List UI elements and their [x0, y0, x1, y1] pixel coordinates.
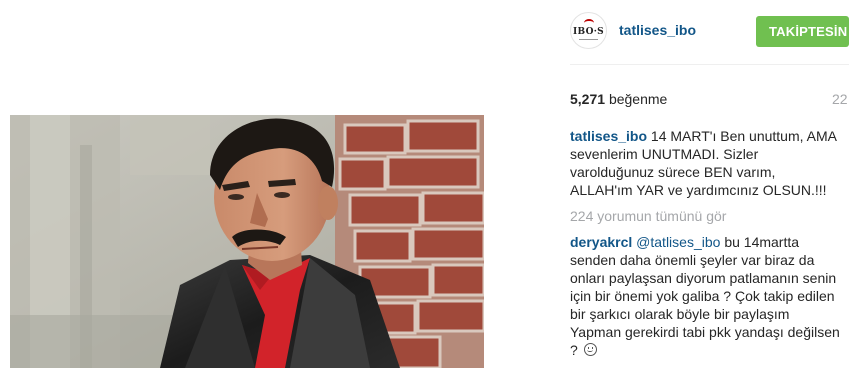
following-button[interactable]: TAKİPTESİN — [756, 16, 849, 47]
view-all-comments-link[interactable]: 224 yorumun tümünü gör — [570, 207, 840, 225]
avatar-logo-text: IBO·S — [573, 27, 604, 37]
post-photo[interactable] — [10, 115, 484, 368]
comment-item: deryakrcl @tatlises_ibo bu 14martta send… — [570, 233, 840, 359]
header-divider — [570, 64, 849, 65]
comment-username[interactable]: deryakrcl — [570, 234, 632, 250]
likes-number: 5,271 — [570, 91, 606, 107]
instagram-post-page: IBO·S tatlises_ibo TAKİPTESİN 5,271 beğe… — [0, 0, 849, 368]
post-author-username[interactable]: tatlises_ibo — [619, 22, 696, 38]
comment-mention[interactable]: @tatlises_ibo — [636, 234, 720, 250]
caption-username[interactable]: tatlises_ibo — [570, 128, 647, 144]
comment-text: bu 14martta senden daha önemli şeyler va… — [570, 234, 840, 358]
comments-section: tatlises_ibo 14 MART'ı Ben unuttum, AMA … — [570, 127, 840, 359]
avatar-logo-icon — [584, 19, 594, 27]
likes-count[interactable]: 5,271 beğenme — [570, 91, 667, 107]
post-time[interactable]: 22 — [832, 91, 848, 107]
profile-avatar[interactable]: IBO·S — [570, 12, 607, 49]
caption: tatlises_ibo 14 MART'ı Ben unuttum, AMA … — [570, 127, 840, 199]
likes-unit: beğenme — [608, 91, 668, 107]
smiley-icon — [583, 343, 597, 356]
avatar-logo-divider — [579, 39, 598, 40]
